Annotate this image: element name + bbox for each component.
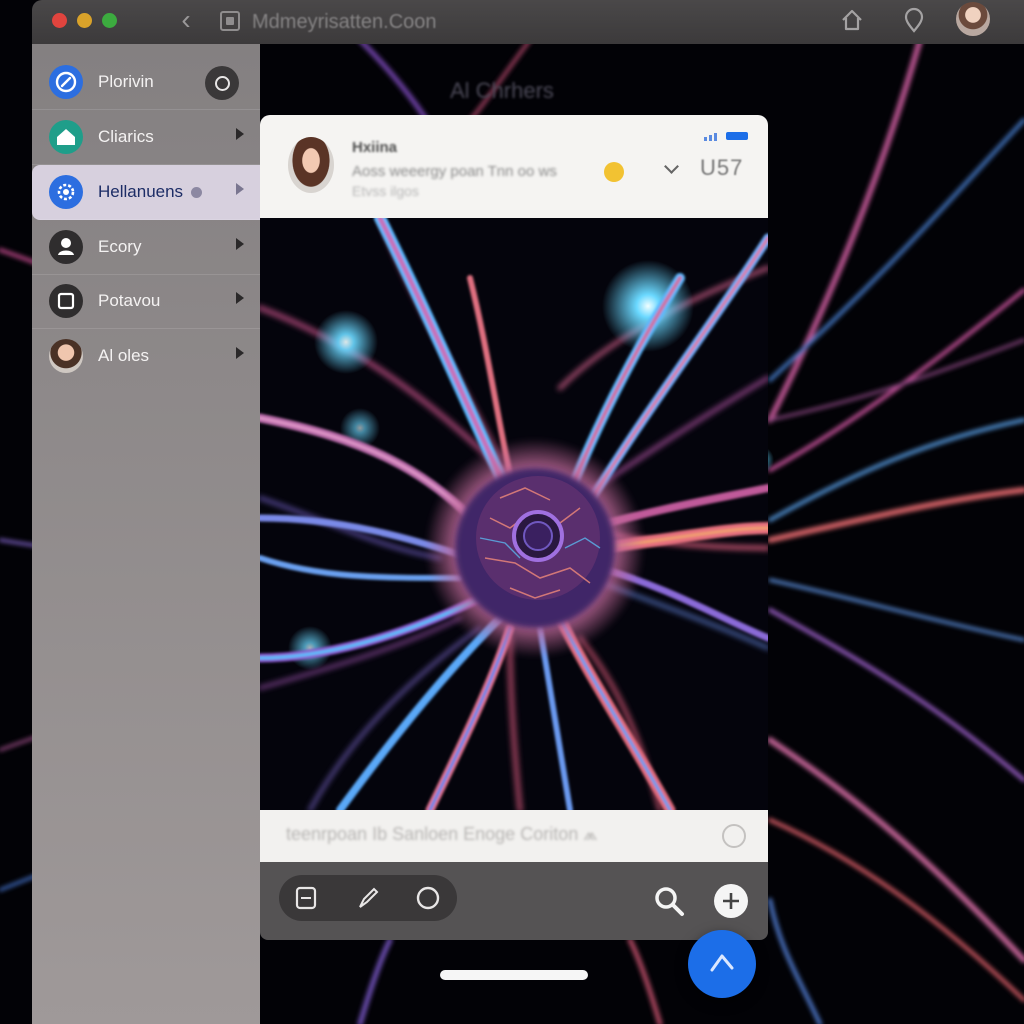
- neuron-image[interactable]: [260, 218, 768, 810]
- search-icon[interactable]: [652, 884, 686, 918]
- home-icon[interactable]: [838, 6, 866, 34]
- signal-battery-icon: [704, 132, 748, 141]
- link-icon: [49, 65, 83, 99]
- contact-avatar[interactable]: [288, 137, 334, 193]
- background-title: Al Chrhers: [450, 78, 554, 103]
- circle-icon[interactable]: [722, 824, 746, 848]
- chevron-right-icon: [236, 128, 244, 140]
- emoji-icon: [604, 162, 624, 182]
- arrow-up-icon[interactable]: [688, 930, 756, 998]
- maximize-window-button[interactable]: [102, 13, 117, 28]
- tool-group: [279, 875, 457, 921]
- sidebar-item-cliarics[interactable]: Cliarics: [32, 110, 260, 165]
- circle-toggle-button[interactable]: [205, 66, 239, 100]
- compose-placeholder: teenrpoan Ib Sanloen Enoge Coriton ⩕: [286, 824, 598, 844]
- sidebar-item-label: Hellanuens: [98, 182, 184, 201]
- chevron-down-icon[interactable]: [664, 159, 679, 174]
- location-pin-icon[interactable]: [900, 6, 928, 34]
- chevron-right-icon: [236, 183, 244, 195]
- document-icon[interactable]: [293, 885, 319, 911]
- tabs-icon[interactable]: [220, 11, 240, 31]
- bottom-toolbar: [260, 862, 768, 940]
- browser-toolbar: ‹ Mdmeyrisatten.Coon: [32, 0, 1024, 44]
- close-window-button[interactable]: [52, 13, 67, 28]
- circle-icon[interactable]: [415, 885, 441, 911]
- chat-header: Hxiina Aoss weeergy poan Tnn oo ws Etvss…: [260, 115, 768, 218]
- home-icon: [49, 120, 83, 154]
- sidebar-item-potavou[interactable]: Potavou: [32, 274, 260, 329]
- chat-time: U57: [700, 155, 744, 180]
- sidebar-item-plorivin[interactable]: Plorivin: [32, 55, 260, 110]
- chevron-right-icon: [236, 238, 244, 250]
- message-compose-field[interactable]: teenrpoan Ib Sanloen Enoge Coriton ⩕: [260, 810, 768, 862]
- chevron-right-icon: [236, 292, 244, 304]
- contact-subtext: Etvss ilgos: [352, 183, 419, 199]
- chevron-left-icon[interactable]: ‹: [174, 6, 198, 34]
- add-icon[interactable]: [714, 884, 748, 918]
- profile-avatar[interactable]: [956, 2, 990, 36]
- url-field[interactable]: Mdmeyrisatten.Coon: [252, 9, 612, 35]
- gear-icon: [49, 175, 83, 209]
- sidebar-item-hellanuens[interactable]: Hellanuens: [32, 165, 260, 220]
- person-icon: [49, 230, 83, 264]
- chevron-right-icon: [236, 347, 244, 359]
- neuron-illustration: [260, 218, 768, 810]
- avatar: [49, 339, 83, 373]
- contact-name: Hxiina: [352, 139, 398, 156]
- sidebar-item-label: Plorivin: [98, 72, 154, 91]
- sidebar-item-ecory[interactable]: Ecory: [32, 220, 260, 275]
- message-preview: Aoss weeergy poan Tnn oo ws: [352, 163, 557, 180]
- sidebar-item-label: Potavou: [98, 291, 161, 310]
- pen-icon[interactable]: [355, 885, 381, 911]
- square-icon: [49, 284, 83, 318]
- sidebar-item-label: Ecory: [98, 237, 142, 256]
- sidebar: Plorivin Cliarics Hellanuens Ecory Potav…: [32, 44, 260, 1024]
- home-indicator[interactable]: [440, 970, 588, 980]
- sidebar-item-al-oles[interactable]: Al oles: [32, 329, 260, 383]
- info-icon: [191, 187, 202, 198]
- sidebar-item-label: Cliarics: [98, 127, 154, 146]
- minimize-window-button[interactable]: [77, 13, 92, 28]
- sidebar-item-label: Al oles: [98, 346, 150, 365]
